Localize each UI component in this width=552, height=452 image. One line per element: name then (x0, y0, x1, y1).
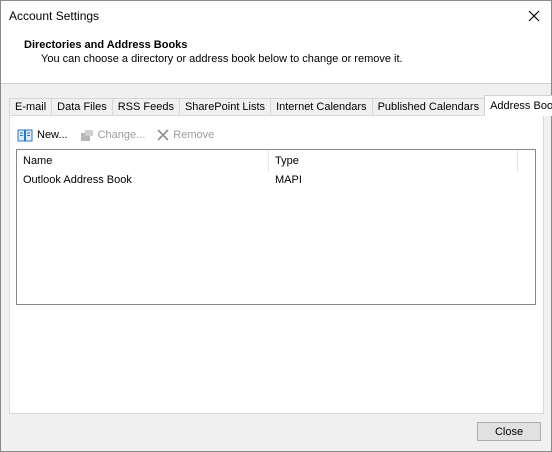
close-button-label: Close (494, 425, 524, 438)
row-name-cell: Outlook Address Book (23, 174, 132, 186)
change-icon (80, 129, 93, 141)
list-header: Name Type (17, 150, 535, 172)
new-button-label: New... (37, 129, 68, 141)
new-button[interactable]: New... (17, 129, 68, 142)
column-header-type[interactable]: Type (269, 150, 518, 172)
toolbar: New... Change... Remove (17, 126, 226, 144)
window-title: Account Settings (9, 9, 100, 23)
tab-sharepoint-lists[interactable]: SharePoint Lists (178, 98, 272, 116)
column-header-name[interactable]: Name (17, 150, 269, 172)
header-subtitle: You can choose a directory or address bo… (41, 53, 403, 65)
close-window-button[interactable] (517, 1, 551, 31)
address-books-panel: New... Change... Remove Name Type Outloo… (9, 115, 544, 414)
title-bar: Account Settings (1, 1, 551, 31)
tab-internet-calendars[interactable]: Internet Calendars (270, 98, 373, 116)
table-row[interactable]: Outlook Address Book MAPI (17, 172, 535, 189)
remove-icon (157, 129, 169, 141)
header-title: Directories and Address Books (24, 39, 188, 51)
tab-address-books[interactable]: Address Books (484, 95, 552, 116)
row-type-cell: MAPI (275, 174, 302, 186)
tab-email[interactable]: E-mail (9, 98, 53, 116)
tab-strip: E-mail Data Files RSS Feeds SharePoint L… (9, 95, 552, 116)
close-icon (528, 10, 540, 22)
address-book-list[interactable]: Name Type Outlook Address Book MAPI (16, 149, 536, 305)
close-button[interactable]: Close (477, 422, 541, 441)
tab-published-calendars[interactable]: Published Calendars (371, 98, 486, 116)
remove-button[interactable]: Remove (157, 129, 214, 141)
change-button[interactable]: Change... (80, 129, 146, 142)
change-button-label: Change... (97, 129, 146, 141)
account-settings-dialog: Account Settings Directories and Address… (0, 0, 552, 452)
dialog-header: Directories and Address Books You can ch… (1, 31, 551, 84)
remove-button-label: Remove (173, 129, 215, 141)
address-book-icon (17, 129, 33, 141)
tab-rss-feeds[interactable]: RSS Feeds (111, 98, 180, 116)
tab-data-files[interactable]: Data Files (51, 98, 113, 116)
